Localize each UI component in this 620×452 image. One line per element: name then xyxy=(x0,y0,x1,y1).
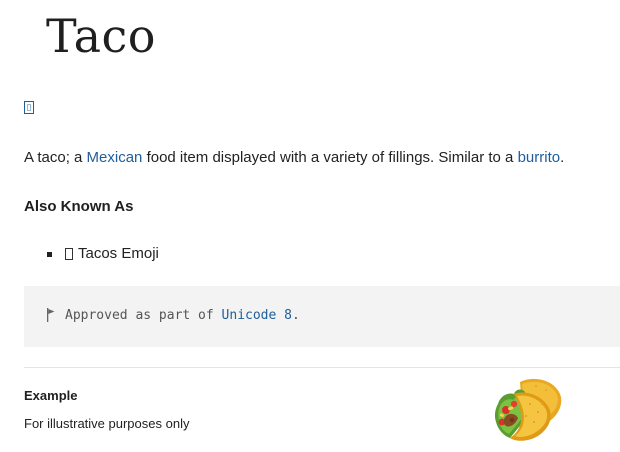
approval-note-text: Approved as part of Unicode 8. xyxy=(65,306,300,326)
description-text: A taco; a xyxy=(24,149,87,166)
mexican-link[interactable]: Mexican xyxy=(87,149,143,166)
emoji-description: A taco; a Mexican food item displayed wi… xyxy=(24,146,620,170)
approval-note: Approved as part of Unicode 8. xyxy=(24,286,620,347)
note-suffix: . xyxy=(292,308,300,323)
unicode-version-link[interactable]: Unicode 8 xyxy=(222,308,292,323)
burrito-link[interactable]: burrito xyxy=(518,149,561,166)
description-text: . xyxy=(560,149,565,166)
list-item: Tacos Emoji xyxy=(24,243,159,265)
description-text: food item displayed with a variety of fi… xyxy=(142,149,518,166)
bullet-icon xyxy=(47,252,52,257)
taco-emoji-image xyxy=(494,378,562,441)
page-title: Taco xyxy=(46,9,156,63)
flag-icon xyxy=(47,308,55,322)
also-known-as-heading: Also Known As xyxy=(24,198,134,215)
example-caption: For illustrative purposes only xyxy=(24,416,190,431)
alias-label: Tacos Emoji xyxy=(78,245,159,262)
missing-glyph-icon xyxy=(65,248,73,260)
emoji-glyph-link[interactable] xyxy=(24,101,34,114)
example-heading: Example xyxy=(24,388,78,403)
note-prefix: Approved as part of xyxy=(65,308,222,323)
divider xyxy=(24,367,620,368)
also-known-as-list: Tacos Emoji xyxy=(24,243,159,265)
